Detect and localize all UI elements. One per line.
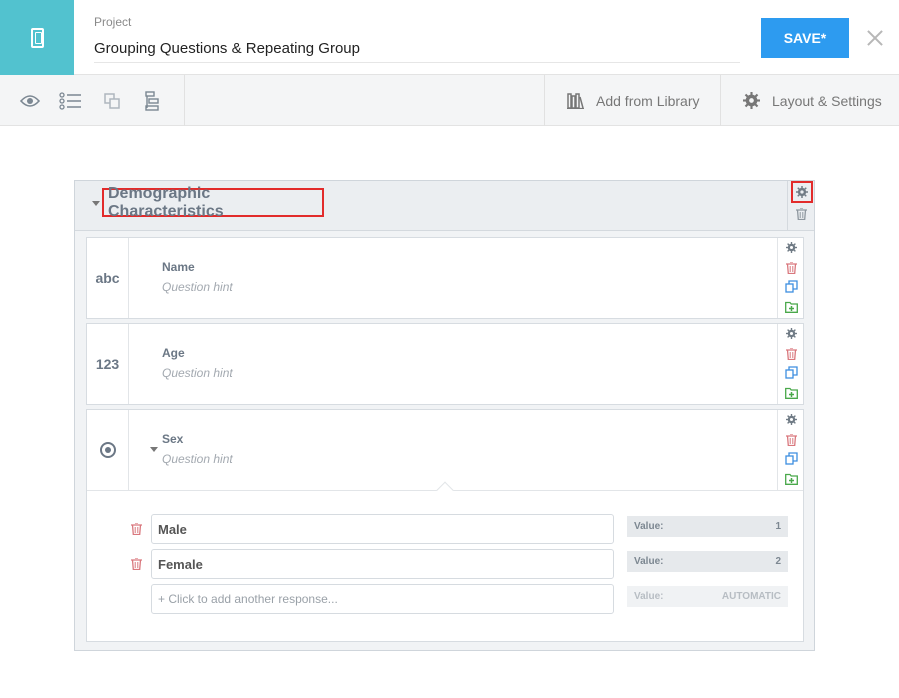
- value-label: Value:: [634, 556, 664, 567]
- settings-gear-icon[interactable]: [785, 327, 798, 340]
- question-card-sex[interactable]: Sex Question hint Male Value: 1 Female V…: [86, 409, 804, 642]
- response-options: Male Value: 1 Female Value: 2 + Click to…: [87, 481, 803, 641]
- duplicate-copy-icon[interactable]: [785, 366, 798, 379]
- add-from-library-button[interactable]: Add from Library: [567, 75, 699, 126]
- group-header: Demographic Characteristics: [75, 181, 814, 231]
- question-actions: [777, 324, 804, 404]
- project-name-input[interactable]: Grouping Questions & Repeating Group: [94, 39, 740, 63]
- toolbar-divider: [184, 75, 185, 126]
- response-row: Male Value: 1: [87, 514, 803, 544]
- value-number: 1: [775, 521, 781, 532]
- duplicate-copy-icon[interactable]: [785, 280, 798, 293]
- delete-trash-icon[interactable]: [785, 261, 798, 274]
- expand-caret-icon[interactable]: [150, 447, 158, 452]
- toolbar-divider: [544, 75, 545, 126]
- collapse-caret-icon[interactable]: [92, 201, 100, 206]
- text-type-label: abc: [87, 238, 129, 318]
- group-title-highlight[interactable]: Demographic Characteristics: [102, 185, 324, 220]
- group-questions-icon[interactable]: [100, 89, 124, 113]
- project-label: Project: [94, 15, 132, 29]
- header-bar: Project Grouping Questions & Repeating G…: [0, 0, 899, 75]
- response-value-field[interactable]: Value: 1: [627, 516, 788, 537]
- close-icon[interactable]: [864, 27, 886, 49]
- question-card-age[interactable]: 123 Age Question hint: [86, 323, 804, 405]
- skip-logic-icon[interactable]: [141, 89, 165, 113]
- library-icon: [567, 92, 584, 109]
- question-card-name[interactable]: abc Name Question hint: [86, 237, 804, 319]
- gear-icon: [743, 92, 760, 109]
- add-to-library-folder-icon[interactable]: [785, 300, 798, 313]
- response-label-input[interactable]: Female: [151, 549, 614, 579]
- group-delete-trash-icon[interactable]: [796, 208, 807, 220]
- settings-gear-icon[interactable]: [785, 241, 798, 254]
- pointer-notch: [436, 481, 454, 499]
- question-actions: [777, 238, 804, 318]
- delete-response-trash-icon[interactable]: [131, 558, 142, 570]
- layout-settings-button[interactable]: Layout & Settings: [743, 75, 882, 126]
- layout-settings-label: Layout & Settings: [772, 92, 882, 109]
- add-response-row: + Click to add another response... Value…: [87, 584, 803, 614]
- radio-type-cell: [87, 410, 129, 490]
- question-title[interactable]: Name: [162, 260, 195, 274]
- app-logo[interactable]: [0, 0, 74, 75]
- group-settings-gear-icon[interactable]: [791, 181, 813, 203]
- group-title: Demographic Characteristics: [108, 184, 224, 220]
- value-automatic: AUTOMATIC: [721, 591, 781, 602]
- add-to-library-folder-icon[interactable]: [785, 472, 798, 485]
- delete-trash-icon[interactable]: [785, 433, 798, 446]
- question-list-icon[interactable]: [58, 89, 82, 113]
- question-group: Demographic Characteristics abc Name Que…: [74, 180, 815, 651]
- radio-button-icon: [99, 442, 116, 458]
- duplicate-copy-icon[interactable]: [785, 452, 798, 465]
- response-row: Female Value: 2: [87, 549, 803, 579]
- mobile-icon: [30, 27, 44, 48]
- preview-eye-icon[interactable]: [18, 89, 42, 113]
- question-title[interactable]: Sex: [162, 432, 183, 446]
- response-value-field[interactable]: Value: 2: [627, 551, 788, 572]
- question-hint[interactable]: Question hint: [162, 452, 233, 466]
- question-hint[interactable]: Question hint: [162, 366, 233, 380]
- value-label: Value:: [634, 521, 664, 532]
- delete-trash-icon[interactable]: [785, 347, 798, 360]
- settings-gear-icon[interactable]: [785, 413, 798, 426]
- response-label-input[interactable]: Male: [151, 514, 614, 544]
- value-number: 2: [775, 556, 781, 567]
- question-hint[interactable]: Question hint: [162, 280, 233, 294]
- add-to-library-folder-icon[interactable]: [785, 386, 798, 399]
- question-title[interactable]: Age: [162, 346, 185, 360]
- delete-response-trash-icon[interactable]: [131, 523, 142, 535]
- question-actions: [777, 410, 804, 490]
- value-label: Value:: [634, 591, 664, 602]
- save-button[interactable]: SAVE*: [761, 18, 849, 58]
- add-response-input[interactable]: + Click to add another response...: [151, 584, 614, 614]
- number-type-label: 123: [87, 324, 129, 404]
- group-actions: [787, 181, 815, 231]
- auto-value-field: Value: AUTOMATIC: [627, 586, 788, 607]
- toolbar: Add from Library Layout & Settings: [0, 75, 899, 126]
- add-from-library-label: Add from Library: [596, 92, 700, 109]
- toolbar-divider: [720, 75, 721, 126]
